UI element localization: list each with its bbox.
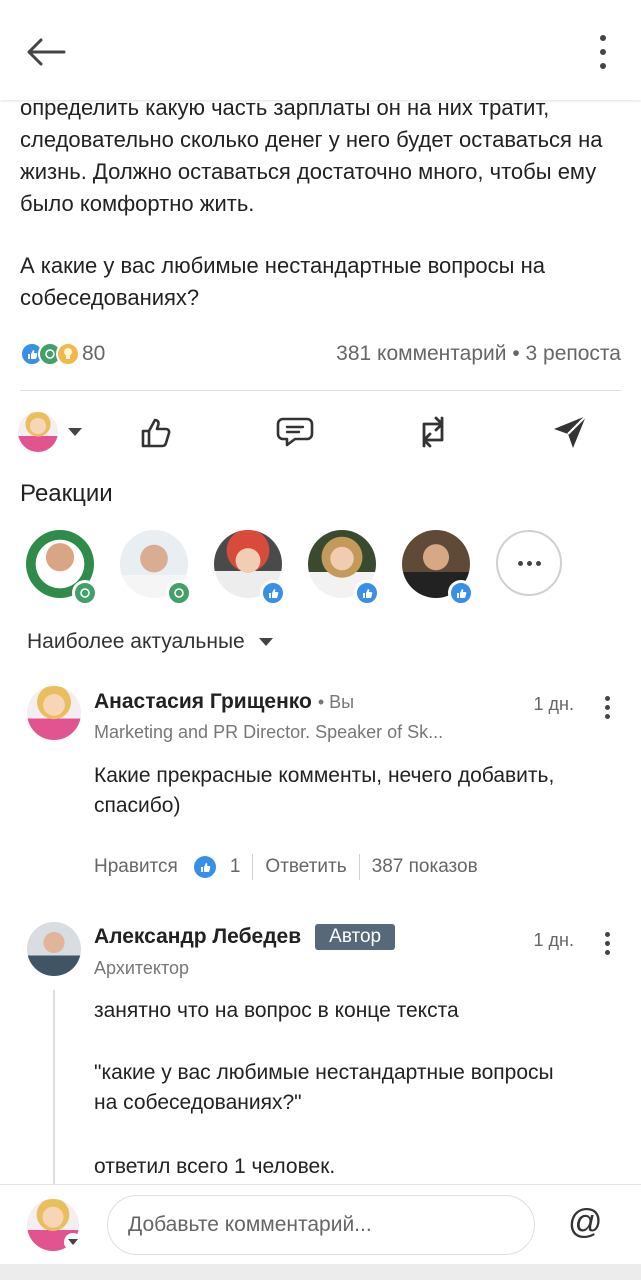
reaction-identity-selector[interactable] <box>18 410 90 454</box>
comment-timestamp: 1 дн. <box>533 694 574 714</box>
repost-icon[interactable] <box>411 410 455 454</box>
sort-label: Наиболее актуальные <box>27 630 245 653</box>
author-badge: Автор <box>315 924 396 950</box>
post-body: определить какую часть зарплаты он на ни… <box>20 92 620 314</box>
divider <box>252 854 254 880</box>
avatar[interactable] <box>27 686 81 740</box>
comment-text-line: ответил всего 1 человек. <box>94 1155 336 1178</box>
comment-text-line: занятно что на вопрос в конце текста <box>94 999 459 1022</box>
comment-like-count[interactable]: 1 <box>230 856 241 878</box>
system-nav-bar <box>0 1264 641 1280</box>
comment-views: 387 показов <box>371 856 478 877</box>
comment: Анастасия Грищенко • Вы Marketing and PR… <box>0 684 641 894</box>
send-icon[interactable] <box>548 410 592 454</box>
reactor-avatar[interactable] <box>214 530 286 606</box>
reaction-icons[interactable] <box>20 342 80 366</box>
reactions-heading: Реакции <box>20 480 113 507</box>
comment-text-quote: "какие у вас любимые нестандартные вопро… <box>94 1061 554 1114</box>
comment-author-name[interactable]: Анастасия Грищенко <box>94 690 312 714</box>
chevron-down-icon[interactable] <box>64 1233 82 1251</box>
divider <box>358 854 360 880</box>
comment-composer: Добавьте комментарий... @ <box>0 1184 641 1264</box>
more-reactors-button[interactable] <box>496 530 562 596</box>
chevron-down-icon <box>258 638 273 646</box>
thread-line <box>53 990 55 1190</box>
celebrate-reaction-icon <box>72 580 98 606</box>
insightful-reaction-icon <box>56 342 80 366</box>
comment: Александр Лебедев Автор Архитектор 1 дн.… <box>0 920 641 1184</box>
celebrate-reaction-icon <box>166 580 192 606</box>
like-reaction-icon <box>193 856 216 878</box>
avatar <box>18 412 58 452</box>
reactor-avatar[interactable] <box>402 530 474 606</box>
mention-icon[interactable]: @ <box>568 1203 603 1242</box>
post-action-bar <box>0 402 641 458</box>
reactor-avatar[interactable] <box>120 530 192 606</box>
comment-actions: Нравится 1 Ответить 387 показов <box>94 854 478 880</box>
reactor-avatar[interactable] <box>26 530 98 606</box>
like-reaction-icon <box>354 580 380 606</box>
post-text-paragraph: определить какую часть зарплаты он на ни… <box>20 95 603 216</box>
chevron-down-icon <box>68 428 82 436</box>
comment-more-icon[interactable] <box>603 696 611 719</box>
comment-text: Какие прекрасные комменты, нечего добави… <box>94 764 555 817</box>
comment-author-headline: Marketing and PR Director. Speaker of Sk… <box>94 722 444 742</box>
like-icon[interactable] <box>134 410 178 454</box>
comments-reposts-count[interactable]: 381 комментарий • 3 репоста <box>336 342 621 366</box>
you-label: • Вы <box>317 691 355 712</box>
avatar[interactable] <box>27 922 81 976</box>
comment-input[interactable]: Добавьте комментарий... <box>107 1195 535 1255</box>
reactor-avatar[interactable] <box>308 530 380 606</box>
reactors-list <box>26 530 626 610</box>
comment-more-icon[interactable] <box>603 932 611 955</box>
comment-author-row: Александр Лебедев Автор <box>94 924 396 950</box>
top-app-bar <box>0 0 641 100</box>
comment-author-name[interactable]: Александр Лебедев <box>94 925 301 949</box>
like-reaction-icon <box>448 580 474 606</box>
comment-timestamp: 1 дн. <box>533 930 574 950</box>
reactions-count[interactable]: 80 <box>82 342 105 366</box>
back-arrow-icon[interactable] <box>22 30 70 74</box>
post-stats: 80 381 комментарий • 3 репоста <box>20 338 621 370</box>
comment-author-headline: Архитектор <box>94 958 190 978</box>
comment-sort-dropdown[interactable]: Наиболее актуальные <box>27 630 273 654</box>
comment-input-placeholder: Добавьте комментарий... <box>128 1213 372 1236</box>
divider <box>20 390 621 391</box>
comment-like-button[interactable]: Нравится <box>94 856 178 878</box>
comment-author-row: Анастасия Грищенко • Вы <box>94 690 354 714</box>
like-reaction-icon <box>260 580 286 606</box>
more-options-icon[interactable] <box>593 30 613 74</box>
comment-icon[interactable] <box>273 410 317 454</box>
comment-reply-button[interactable]: Ответить <box>265 856 346 878</box>
post-text-question: А какие у вас любимые нестандартные вопр… <box>20 253 545 310</box>
